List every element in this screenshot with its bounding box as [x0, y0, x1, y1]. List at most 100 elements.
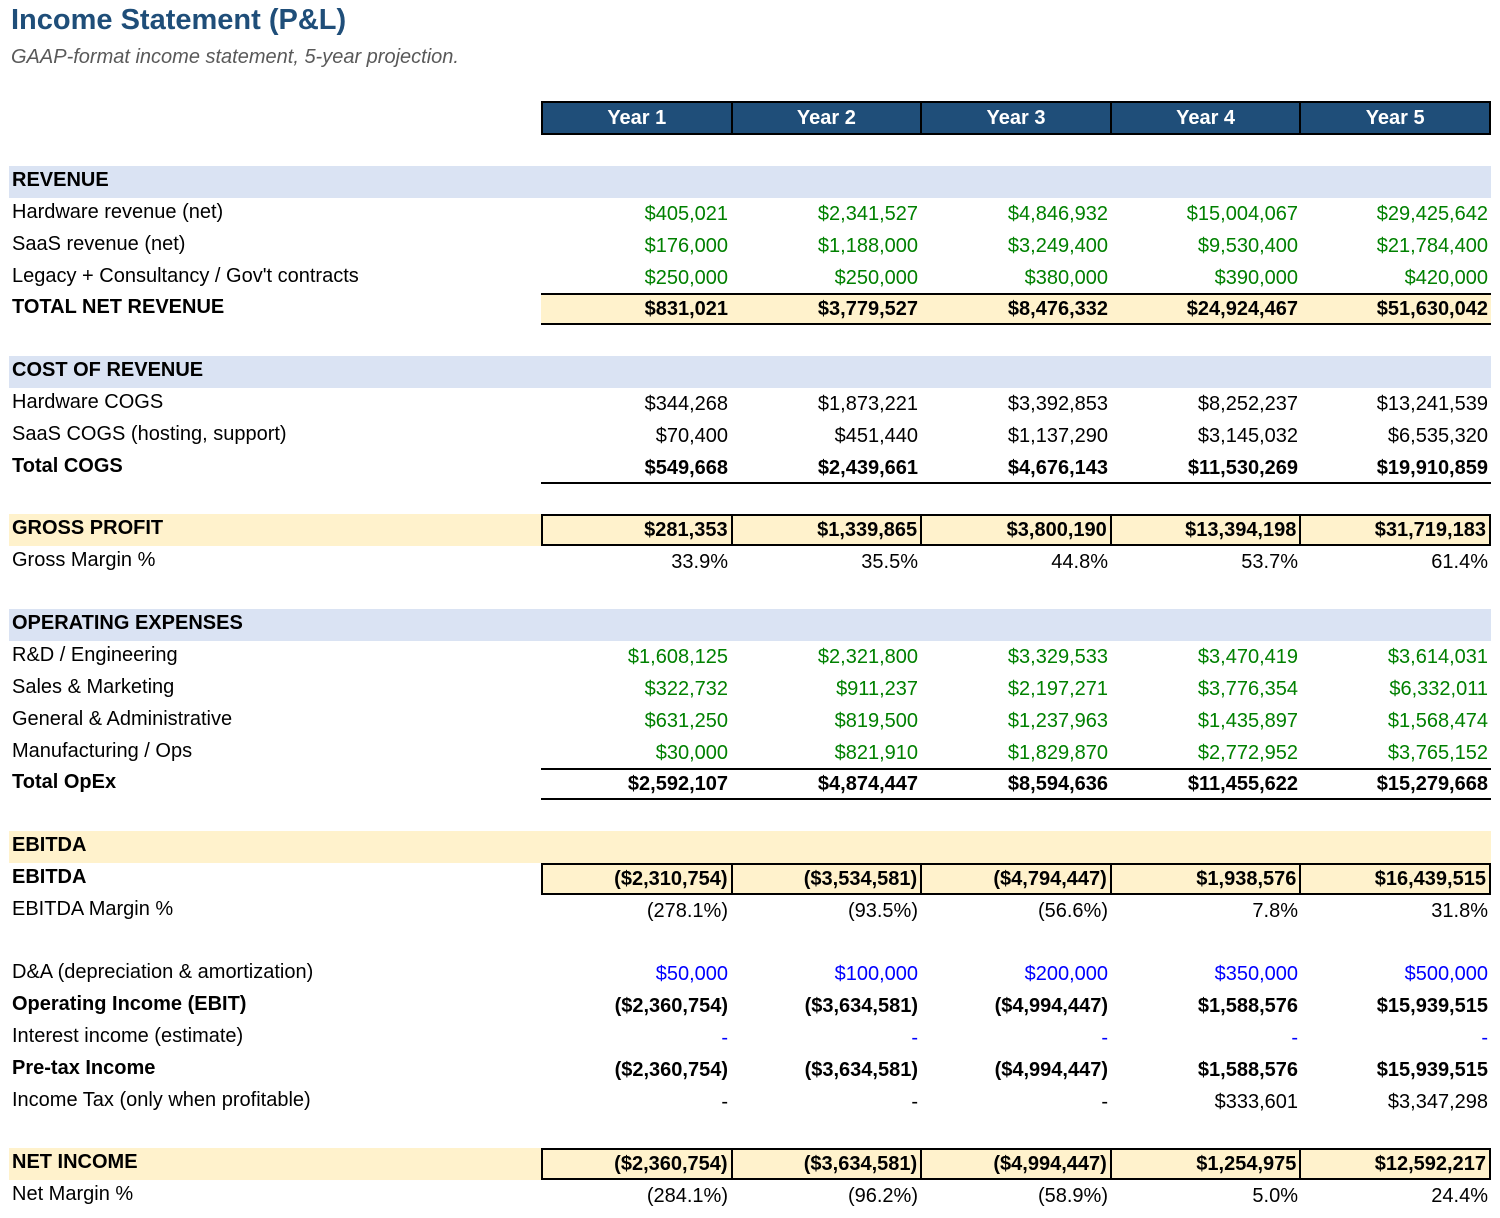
row-value-cells: -----: [541, 1022, 1491, 1054]
value-cell: ($4,994,447): [994, 1059, 1108, 1081]
value-cell: $1,254,975: [1109, 1150, 1300, 1178]
value-cell: $1,568,474: [1387, 710, 1488, 732]
row-hardware-revenue: Hardware revenue (net) $405,021 $2,341,527…: [9, 198, 1491, 230]
year-header-cell: Year 5: [1299, 103, 1489, 133]
value-cell: $1,588,576: [1197, 995, 1298, 1017]
value-cell: $911,237: [836, 678, 918, 700]
value-cell: $1,435,897: [1197, 710, 1298, 732]
row-label: Total COGS: [12, 455, 123, 477]
row-value-cells: $30,000 $821,910 $1,829,870 $2,772,952 $3,76…: [541, 737, 1491, 769]
row-value-cells: $344,268 $1,873,221 $3,392,853 $8,252,237 $1…: [541, 388, 1491, 420]
row-value-cells: $322,732 $911,237 $2,197,271 $3,776,354 $6,3…: [541, 673, 1491, 705]
value-cell: ($4,994,447): [920, 1150, 1110, 1178]
value-cell: $1,588,576: [1197, 1059, 1298, 1081]
value-cell: $11,455,622: [1187, 773, 1298, 795]
section-cogs-header: COST OF REVENUE: [9, 356, 1491, 388]
value-cell: -: [911, 1027, 918, 1049]
value-cell: $405,021: [644, 203, 728, 225]
value-cell: $2,197,271: [1007, 678, 1108, 700]
row-label: Income Tax (only when profitable): [12, 1089, 311, 1111]
value-cell: $3,614,031: [1387, 646, 1488, 668]
value-cell: $6,535,320: [1387, 425, 1488, 447]
row-value-cells: $50,000 $100,000 $200,000 $350,000 $500,000: [541, 958, 1491, 990]
value-cell: $1,237,963: [1007, 710, 1108, 732]
value-cell: $322,732: [644, 678, 728, 700]
row-hardware-cogs: Hardware COGS $344,268 $1,873,221 $3,392,85…: [9, 388, 1491, 420]
row-gross-profit: GROSS PROFIT $281,353 $1,339,865 $3,800,190…: [9, 514, 1491, 546]
row-value-cells: $405,021 $2,341,527 $4,846,932 $15,004,067 $…: [541, 198, 1491, 230]
value-cell: $50,000: [655, 963, 728, 985]
row-saas-cogs: SaaS COGS (hosting, support) $70,400 $451,…: [9, 420, 1491, 452]
row-total-net-revenue: TOTAL NET REVENUE $831,021 $3,779,527 $8,47…: [9, 293, 1491, 325]
value-cell: $1,137,290: [1007, 425, 1108, 447]
row-label: Hardware revenue (net): [12, 201, 224, 223]
value-cell: (284.1%): [646, 1185, 728, 1207]
year-header-cell: Year 3: [920, 103, 1110, 133]
value-cell: $70,400: [655, 425, 728, 447]
value-cell: $821,910: [834, 742, 918, 764]
value-cell: $100,000: [834, 963, 918, 985]
value-cell: -: [1481, 1027, 1488, 1049]
value-cell: $390,000: [1214, 267, 1298, 289]
value-cell: $13,241,539: [1376, 393, 1488, 415]
value-cell: $3,145,032: [1197, 425, 1298, 447]
value-cell: -: [1101, 1091, 1108, 1113]
value-cell: $11,530,269: [1187, 457, 1298, 479]
row-label: Total OpEx: [12, 771, 117, 793]
value-cell: 7.8%: [1252, 900, 1298, 922]
value-cell: $1,829,870: [1007, 742, 1108, 764]
section-label: EBITDA: [12, 834, 87, 856]
row-sales-marketing: Sales & Marketing $322,732 $911,237 $2,197,…: [9, 673, 1491, 705]
value-cell: ($3,634,581): [804, 1059, 918, 1081]
value-cell: $1,339,865: [730, 516, 921, 544]
value-cell: -: [1101, 1027, 1108, 1049]
value-cell: $1,188,000: [817, 235, 918, 257]
value-cell: ($3,534,581): [730, 865, 921, 893]
row-value-cells: $2,592,107 $4,874,447 $8,594,636 $11,455,62…: [541, 768, 1491, 800]
row-value-cells: $1,608,125 $2,321,800 $3,329,533 $3,470,419…: [541, 641, 1491, 673]
value-cell: $13,394,198: [1109, 516, 1300, 544]
value-cell: $3,392,853: [1007, 393, 1108, 415]
row-label: Pre-tax Income: [12, 1057, 156, 1079]
value-cell: $12,592,217: [1299, 1150, 1489, 1178]
row-value-cells: $281,353 $1,339,865 $3,800,190 $13,394,198 $…: [541, 514, 1491, 546]
value-cell: $8,252,237: [1197, 393, 1298, 415]
value-cell: $831,021: [644, 298, 728, 320]
value-cell: $30,000: [655, 742, 728, 764]
value-cell: $15,939,515: [1376, 995, 1488, 1017]
row-label: SaaS revenue (net): [12, 233, 186, 255]
row-value-cells: ($2,360,754) ($3,634,581) ($4,994,447) $1,5…: [541, 990, 1491, 1022]
value-cell: (278.1%): [646, 900, 728, 922]
row-total-cogs: Total COGS $549,668 $2,439,661 $4,676,143 $1…: [9, 452, 1491, 484]
row-label: Manufacturing / Ops: [12, 740, 193, 762]
value-cell: $631,250: [644, 710, 728, 732]
value-cell: 44.8%: [1051, 551, 1108, 573]
row-label: GROSS PROFIT: [12, 517, 164, 539]
row-label: Gross Margin %: [12, 549, 156, 571]
value-cell: $4,874,447: [817, 773, 918, 795]
row-label: EBITDA Margin %: [12, 898, 174, 920]
value-cell: $2,592,107: [627, 773, 728, 795]
row-value-cells: ($2,360,754) ($3,634,581) ($4,994,447) $1,5…: [541, 1054, 1491, 1086]
row-label: D&A (depreciation & amortization): [12, 961, 314, 983]
total-cogs-underline: [541, 482, 1491, 484]
row-da: D&A (depreciation & amortization) $50,000…: [9, 958, 1491, 990]
row-value-cells: $831,021 $3,779,527 $8,476,332 $24,924,467 $…: [541, 293, 1491, 325]
row-label: Sales & Marketing: [12, 676, 175, 698]
value-cell: (58.9%): [1037, 1185, 1108, 1207]
value-cell: $3,347,298: [1387, 1091, 1488, 1113]
value-cell: $1,938,576: [1109, 865, 1300, 893]
value-cell: (56.6%): [1037, 900, 1108, 922]
row-interest-income: Interest income (estimate) - - - - -: [9, 1022, 1491, 1054]
value-cell: $4,676,143: [1007, 457, 1108, 479]
row-rd: R&D / Engineering $1,608,125 $2,321,800 $3,…: [9, 641, 1491, 673]
value-cell: $15,004,067: [1186, 203, 1298, 225]
value-cell: $8,594,636: [1007, 773, 1108, 795]
value-cell: $9,530,400: [1197, 235, 1298, 257]
value-cell: ($2,360,754): [614, 1059, 728, 1081]
value-cell: $29,425,642: [1376, 203, 1488, 225]
row-label: Net Margin %: [12, 1183, 134, 1205]
value-cell: $21,784,400: [1376, 235, 1488, 257]
value-cell: $3,329,533: [1007, 646, 1108, 668]
section-label: COST OF REVENUE: [12, 359, 204, 381]
